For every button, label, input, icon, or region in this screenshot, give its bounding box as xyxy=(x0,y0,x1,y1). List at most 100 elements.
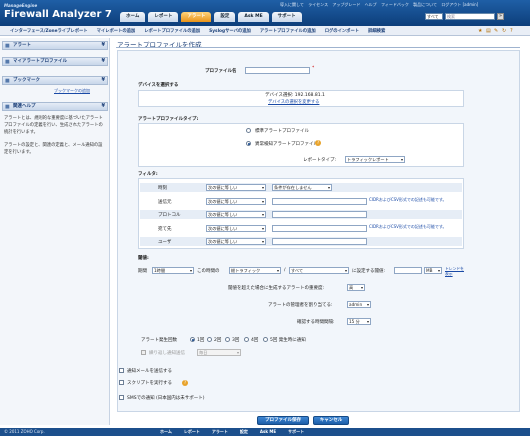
interval-select[interactable]: 15 分 xyxy=(347,318,371,325)
sidebar-my-alert-label: マイアラートプロファイル xyxy=(13,59,67,64)
expand-icon[interactable]: ¥ xyxy=(102,58,105,65)
add-bookmark-link[interactable]: ブックマークの追加 xyxy=(54,88,90,94)
app-logo[interactable]: Firewall Analyzer 7 xyxy=(4,9,112,20)
footer-link-reports[interactable]: レポート xyxy=(184,429,200,435)
unit-select[interactable]: MB xyxy=(424,267,442,274)
filter-name: ユーザ xyxy=(158,240,172,245)
count-radio-2[interactable] xyxy=(207,337,212,342)
filter-value-input[interactable] xyxy=(272,211,367,218)
count-label: アラート発生回数 xyxy=(141,338,177,343)
filter-name: 宛て先 xyxy=(158,227,172,232)
bookmark-icon[interactable]: ★ xyxy=(478,28,483,34)
top-link-help[interactable]: ヘルプ xyxy=(365,2,377,7)
subnav-advanced-search[interactable]: 詳細検索 xyxy=(368,28,385,34)
main-tabs: ホーム レポート アラート 設定 Ask ME サポート xyxy=(120,12,302,22)
tab-askme[interactable]: Ask ME xyxy=(238,12,269,22)
top-link-feedback[interactable]: フィードバック xyxy=(381,2,409,7)
footer-link-settings[interactable]: 設定 xyxy=(240,429,248,435)
filter-operator-select[interactable]: 次の値に等しい xyxy=(206,198,266,205)
subnav-add-alert-profile[interactable]: アラートプロファイルの追加 xyxy=(260,28,316,34)
sidebar-alert-header[interactable]: ■ アラート ¥ xyxy=(2,41,108,50)
email-checkbox[interactable] xyxy=(119,368,124,373)
filter-value-input[interactable] xyxy=(272,225,367,232)
metric-select[interactable]: 総トラフィック xyxy=(229,267,281,274)
tab-home[interactable]: ホーム xyxy=(120,12,146,22)
repeat-checkbox[interactable] xyxy=(141,350,146,355)
change-device-link[interactable]: デバイスの選択を変更する xyxy=(268,99,319,105)
count-radio-3[interactable] xyxy=(225,337,230,342)
top-link-license[interactable]: ライセンス xyxy=(308,2,328,7)
filter-operator-select[interactable]: 次の値に等しい xyxy=(206,211,266,218)
print-icon[interactable]: ▤ xyxy=(486,28,491,34)
footer-link-alerts[interactable]: アラート xyxy=(212,429,228,435)
filter-time-select[interactable]: 条件が存在しません xyxy=(272,184,332,191)
trend-link[interactable]: トレンドを表示 xyxy=(445,266,465,276)
radio-anomaly[interactable] xyxy=(246,141,251,146)
repeat-select[interactable]: 毎日 xyxy=(197,349,241,356)
script-label: スクリプトを実行する xyxy=(127,381,172,386)
subnav-add-report-profile[interactable]: レポートプロファイルの追加 xyxy=(144,28,200,34)
sub-navigation: インターフェース/Zoneライブレポート マイレポートの追加 レポートプロファイ… xyxy=(0,26,530,36)
count-label-2: 2回 xyxy=(214,338,222,343)
radio-standard[interactable] xyxy=(246,128,251,133)
tab-alerts[interactable]: アラート xyxy=(181,12,212,22)
edit-icon[interactable]: ✎ xyxy=(494,28,499,34)
top-link-about[interactable]: 製品について xyxy=(413,2,437,7)
filter-hint: CIDRおよびCSV形式での記述も可能です。 xyxy=(369,224,447,229)
filter-value-input[interactable] xyxy=(272,238,367,245)
sms-label: SMSでの通知 (日本国内は未サポート) xyxy=(127,396,205,401)
sms-checkbox[interactable] xyxy=(119,395,124,400)
period-select[interactable]: 1時間 xyxy=(152,267,194,274)
device-selected: デバイス選択: 192.168.81.1 xyxy=(265,93,325,98)
tab-settings[interactable]: 設定 xyxy=(214,12,236,22)
search-button[interactable]: » xyxy=(497,13,504,20)
script-checkbox[interactable] xyxy=(119,380,124,385)
subnav-add-syslog[interactable]: Syslogサーバの追加 xyxy=(209,28,251,34)
report-type-select[interactable]: トラフィックレポート xyxy=(345,156,405,163)
footer-link-home[interactable]: ホーム xyxy=(160,429,172,435)
in-period-text: この時間の xyxy=(197,269,220,274)
subnav-add-my-report[interactable]: マイレポートの追加 xyxy=(97,28,136,34)
repeat-label: 繰り返し通知送信 xyxy=(149,351,185,356)
filter-operator-select[interactable]: 次の値に等しい xyxy=(206,238,266,245)
profile-name-input[interactable] xyxy=(245,67,310,74)
filter-value-input[interactable] xyxy=(272,198,367,205)
count-radio-1[interactable] xyxy=(190,337,195,342)
count-radio-4[interactable] xyxy=(244,337,249,342)
filter-operator-select[interactable]: 次の値に等しい xyxy=(206,225,266,232)
sidebar-my-alert-header[interactable]: ■ マイアラートプロファイル ¥ xyxy=(2,57,108,66)
info-icon[interactable]: ? xyxy=(315,140,321,146)
tab-support[interactable]: サポート xyxy=(271,12,302,22)
help-icon[interactable]: ? xyxy=(510,28,515,34)
top-link-setup[interactable]: 導入に関して xyxy=(280,2,304,7)
tab-reports[interactable]: レポート xyxy=(148,12,179,22)
scope-select[interactable]: すべて xyxy=(289,267,349,274)
top-link-logout[interactable]: ログアウト [admin] xyxy=(441,2,478,7)
expand-icon[interactable]: ¥ xyxy=(102,42,105,49)
info-icon[interactable]: ? xyxy=(182,380,188,386)
subnav-live-report[interactable]: インターフェース/Zoneライブレポート xyxy=(10,28,88,34)
count-radio-5[interactable] xyxy=(263,337,268,342)
brand-small: ManageEngine xyxy=(4,3,38,8)
severity-select[interactable]: 高 xyxy=(347,284,365,291)
search-scope-select[interactable]: すべて xyxy=(425,13,443,20)
top-link-upgrade[interactable]: アップグレード xyxy=(332,2,360,7)
severity-label: 閾値を超えた場合に生成するアラートの重要度: xyxy=(228,286,325,291)
footer-link-askme[interactable]: Ask ME xyxy=(260,429,276,435)
save-profile-button[interactable]: プロファイル保存 xyxy=(257,416,309,425)
filter-operator-select[interactable]: 次の値に等しい xyxy=(206,184,266,191)
help-paragraph: アラートの設定と、関連の定義と、メール通知の設定を行います。 xyxy=(4,143,103,155)
cancel-button[interactable]: キャンセル xyxy=(313,416,349,425)
refresh-icon[interactable]: ↻ xyxy=(502,28,507,34)
subnav-import-logs[interactable]: ログのインポート xyxy=(325,28,359,34)
sidebar-help-header[interactable]: ■ 関連ヘルプ ¥ xyxy=(2,102,108,111)
collapse-icon[interactable]: ¥ xyxy=(102,77,105,84)
interval-label: 確認する時間間隔: xyxy=(297,320,335,325)
threshold-text: に設定する閾値: xyxy=(352,269,386,274)
sidebar-bookmark-header[interactable]: ■ ブックマーク ¥ xyxy=(2,76,108,85)
assign-select[interactable]: admin xyxy=(347,301,371,308)
footer-links: ホーム レポート アラート 設定 Ask ME サポート xyxy=(160,429,304,435)
collapse-icon[interactable]: ¥ xyxy=(102,103,105,110)
threshold-input[interactable] xyxy=(394,267,422,274)
footer-link-support[interactable]: サポート xyxy=(288,429,304,435)
